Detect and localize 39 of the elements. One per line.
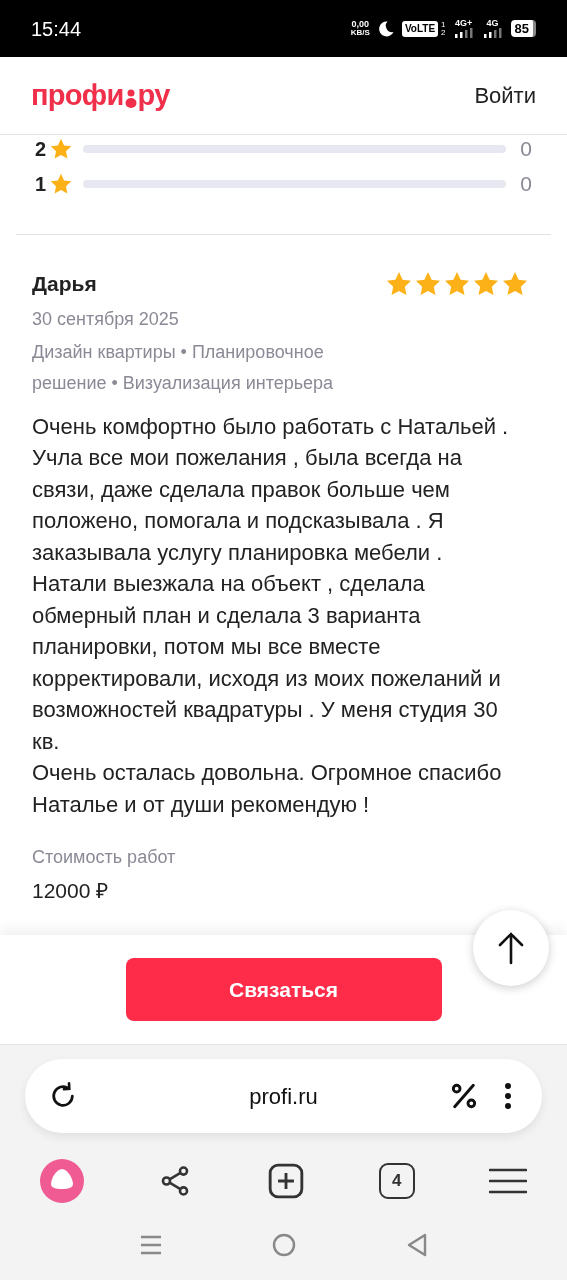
cost-label: Стоимость работ	[32, 846, 177, 869]
contact-button[interactable]: Связаться	[125, 958, 442, 1021]
sim-label: 2	[441, 28, 446, 37]
back-icon[interactable]	[405, 1233, 428, 1257]
login-link[interactable]: Войти	[474, 79, 536, 112]
rating-count: 0	[519, 170, 532, 197]
assistant-icon[interactable]	[40, 1159, 84, 1203]
new-tab-icon[interactable]	[266, 1162, 305, 1200]
signal-icon	[481, 28, 504, 38]
rating-count: 0	[519, 135, 532, 162]
battery-indicator: 85	[510, 20, 536, 37]
rating-label: 2	[35, 136, 48, 162]
cost-value: 12000 ₽	[32, 878, 110, 904]
more-icon[interactable]	[504, 1082, 512, 1110]
clock: 15:44	[31, 16, 82, 42]
signal-icon	[452, 28, 475, 38]
recent-apps-icon[interactable]	[139, 1234, 162, 1256]
url-text: profi.ru	[248, 1082, 319, 1111]
reviewer-name: Дарья	[32, 271, 97, 297]
network-type: 4G	[486, 19, 499, 28]
review-text: Очень комфортно было работать с Натальей . Учла все мои пожелания , была всегда на связи, даже сделала правок больше чем положено, помогала и подсказывала . Я заказывала услугу планировка мебели . Натали выезжала на объект , сделала обмерный план и сделала 3 варианта планировки, потом мы все вместе корректировали, исходя из моих пожеланий и возможностей квадратуры . У меня студия 30 кв. Очень осталась довольна. Огромное спасибо Наталье и от души рекомендую !	[32, 412, 510, 819]
logo-text: ру	[137, 77, 170, 113]
tabs-counter[interactable]: 4	[378, 1163, 415, 1199]
network-speed: 0,00	[351, 20, 370, 29]
network-type: 4G+	[454, 19, 473, 28]
address-bar[interactable]: profi.ru	[25, 1059, 542, 1133]
review-date: 30 сентября 2025	[32, 307, 180, 331]
network-speed-unit: KB/S	[350, 29, 370, 37]
volte-badge: VoLTE	[401, 20, 439, 37]
rating-label: 1	[35, 171, 48, 197]
review-services: Дизайн квартиры • Планировочное решение • Визуализация интерьера	[32, 340, 335, 395]
menu-icon[interactable]	[489, 1167, 527, 1195]
arrow-up-icon	[498, 931, 524, 965]
moon-icon	[376, 19, 395, 38]
logo-mark-icon	[124, 88, 137, 109]
logo-text: профи	[31, 77, 124, 113]
sim-label: 1	[441, 20, 446, 29]
scroll-top-button[interactable]	[473, 910, 549, 986]
home-icon[interactable]	[271, 1233, 296, 1257]
